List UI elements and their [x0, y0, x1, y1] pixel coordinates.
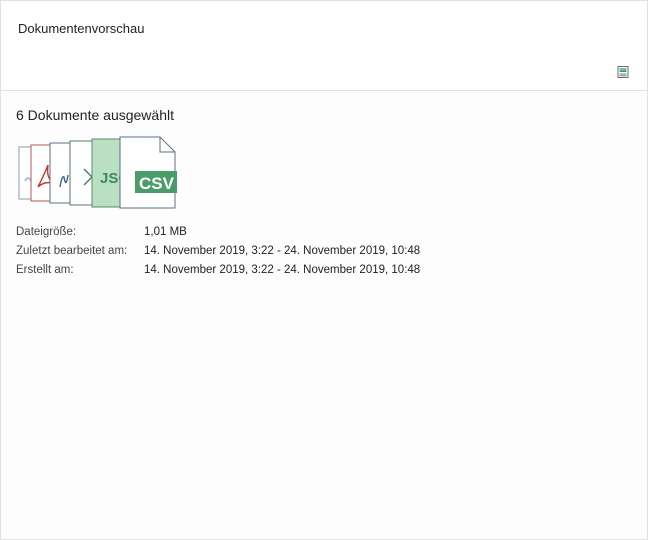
property-label: Dateigröße:: [16, 226, 77, 238]
csv-file-label: CSV: [139, 174, 175, 193]
property-row-file-size: Dateigröße: 1,01 MB: [16, 223, 420, 242]
property-value: 14. November 2019, 3:22 - 24. November 2…: [144, 245, 421, 257]
panel-title: Dokumentenvorschau: [18, 21, 145, 36]
property-row-created: Erstellt am: 14. November 2019, 3:22 - 24…: [16, 261, 420, 280]
property-value: 14. November 2019, 3:22 - 24. November 2…: [144, 264, 421, 276]
file-icon-stack: JSO CSV: [16, 135, 196, 215]
properties-list: Dateigröße: 1,01 MB Zuletzt bearbeitet am…: [16, 223, 420, 280]
csv-file-icon: CSV: [119, 136, 177, 209]
property-label: Erstellt am:: [16, 264, 74, 276]
panel-header: Dokumentenvorschau: [1, 1, 647, 91]
property-row-modified: Zuletzt bearbeitet am: 14. November 2019,…: [16, 242, 420, 261]
selection-count: 6 Dokumente ausgewählt: [16, 107, 174, 123]
property-value: 1,01 MB: [144, 226, 187, 238]
document-preview-panel: Dokumentenvorschau 6 Dokumente ausgewähl…: [0, 0, 648, 540]
property-label: Zuletzt bearbeitet am:: [16, 245, 128, 257]
image-preview-icon[interactable]: [616, 65, 630, 79]
